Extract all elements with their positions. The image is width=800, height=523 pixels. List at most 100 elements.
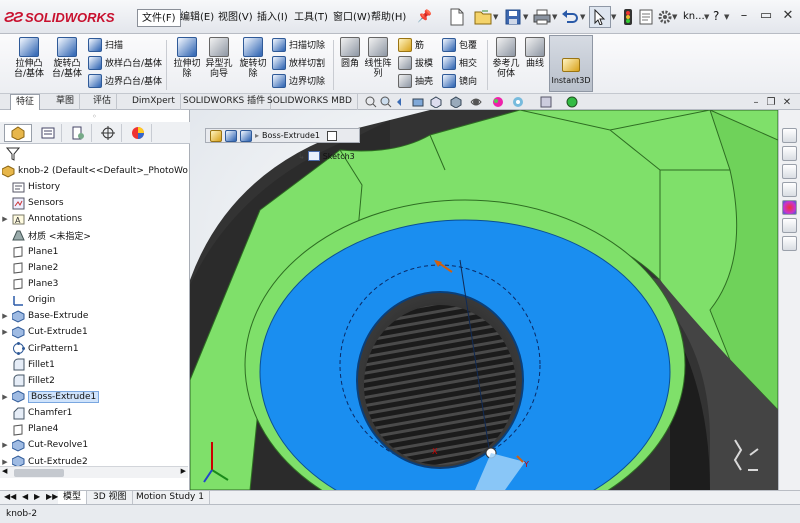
revolve-boss-button[interactable]: 旋转凸 台/基体 — [50, 37, 84, 79]
tree-item[interactable]: 材质 <未指定> — [0, 227, 186, 243]
tree-item[interactable]: Fillet1 — [0, 357, 186, 373]
tree-item[interactable]: Plane3 — [0, 276, 186, 292]
section-view-icon[interactable] — [412, 96, 424, 108]
zoom-area-icon[interactable] — [380, 96, 392, 108]
filter-icon[interactable] — [5, 147, 21, 161]
appearances-icon[interactable] — [782, 200, 797, 215]
pin-menu-icon[interactable]: 📌 — [417, 9, 432, 25]
tab-dimxpert[interactable]: DimXpert — [127, 94, 181, 110]
chevron-down-icon[interactable]: ▼ — [672, 13, 679, 21]
open-document-icon[interactable] — [472, 6, 494, 28]
draft-button[interactable]: 拔模 — [398, 54, 433, 71]
tab-mbd[interactable]: SOLIDWORKS MBD — [262, 94, 358, 110]
featuremanager-tab-icon[interactable] — [4, 124, 32, 142]
menu-view[interactable]: 视图(V) — [214, 9, 257, 27]
tab-sketch[interactable]: 草图 — [51, 94, 81, 110]
fillet-button[interactable]: 圆角 — [338, 37, 362, 69]
horizontal-scrollbar[interactable]: ◀ ▶ — [0, 466, 188, 478]
chevron-down-icon[interactable]: ▼ — [724, 13, 731, 21]
rib-button[interactable]: 筋 — [398, 36, 424, 53]
design-library-icon[interactable] — [782, 146, 797, 161]
tab-evaluate[interactable]: 评估 — [88, 94, 118, 110]
expand-arrow-icon[interactable]: ▶ — [0, 328, 10, 336]
hide-show-items-icon[interactable] — [470, 96, 482, 108]
viewport-restore-icon[interactable]: ❐ — [764, 95, 778, 109]
extrude-boss-button[interactable]: 拉伸凸 台/基体 — [12, 37, 46, 79]
tab-scroll-last-icon[interactable]: ▶▶ — [46, 492, 58, 501]
file-explorer-icon[interactable] — [782, 164, 797, 179]
undo-icon[interactable] — [559, 6, 581, 28]
previous-view-icon[interactable] — [395, 96, 407, 108]
curves-button[interactable]: 曲线 — [523, 37, 547, 69]
menu-file[interactable]: 文件(F) — [137, 9, 181, 27]
intersect-button[interactable]: 相交 — [442, 54, 477, 71]
tab-scroll-first-icon[interactable]: ◀◀ — [4, 492, 16, 501]
menu-insert[interactable]: 插入(I) — [253, 9, 292, 27]
realview-icon[interactable] — [566, 96, 578, 108]
scroll-thumb[interactable] — [14, 469, 64, 477]
panel-collapse-handle[interactable]: ◦ — [92, 112, 97, 121]
select-cursor-icon[interactable] — [589, 6, 611, 28]
zoom-to-fit-icon[interactable] — [365, 96, 377, 108]
breadcrumb[interactable]: ▸ Boss-Extrude1 — [205, 128, 360, 143]
viewport-minimize-icon[interactable]: – — [749, 95, 763, 109]
tree-item[interactable]: ▶ Cut-Extrude1 — [0, 324, 186, 340]
tree-item[interactable]: Fillet2 — [0, 373, 186, 389]
tree-item[interactable]: Sensors — [0, 195, 186, 211]
chevron-down-icon[interactable]: ▼ — [704, 13, 711, 21]
scroll-left-icon[interactable]: ◀ — [2, 467, 7, 475]
save-icon[interactable] — [502, 6, 524, 28]
graphics-area[interactable]: Y X — [190, 110, 778, 490]
propertymanager-tab-icon[interactable] — [34, 124, 62, 142]
shell-button[interactable]: 抽壳 — [398, 72, 433, 89]
solidworks-logo[interactable]: ƧƧ SOLIDWORKS — [4, 6, 120, 28]
minimize-icon[interactable]: – — [732, 5, 756, 25]
wrap-button[interactable]: 包覆 — [442, 36, 477, 53]
chevron-down-icon[interactable]: ▼ — [580, 13, 587, 21]
tree-root[interactable]: knob-2 (Default<<Default>_PhotoWo — [0, 163, 188, 179]
mirror-button[interactable]: 镜向 — [442, 72, 477, 89]
chevron-down-icon[interactable]: ▼ — [523, 13, 530, 21]
tree-item[interactable]: ▶ Cut-Revolve1 — [0, 437, 186, 453]
hole-wizard-button[interactable]: 异型孔 向导 — [204, 37, 234, 79]
new-document-icon[interactable] — [446, 6, 468, 28]
tree-item[interactable]: Origin — [0, 292, 186, 308]
breadcrumb-feature[interactable]: Boss-Extrude1 — [262, 131, 320, 140]
close-icon[interactable]: ✕ — [776, 5, 800, 25]
user-name[interactable]: kn... — [683, 11, 705, 22]
linear-pattern-button[interactable]: 线性阵 列 — [364, 37, 392, 79]
boundary-boss-button[interactable]: 边界凸台/基体 — [88, 72, 162, 89]
loft-button[interactable]: 放样凸台/基体 — [88, 54, 162, 71]
dimxpertmanager-tab-icon[interactable] — [94, 124, 122, 142]
tab-features[interactable]: 特征 — [10, 94, 41, 110]
custom-properties-icon[interactable] — [782, 218, 797, 233]
menu-tools[interactable]: 工具(T) — [290, 9, 332, 27]
tree-item[interactable]: ▶ Base-Extrude — [0, 308, 186, 324]
displaymanager-tab-icon[interactable] — [124, 124, 152, 142]
tree-item[interactable]: Plane1 — [0, 244, 186, 260]
tab-motion-study[interactable]: Motion Study 1 — [131, 491, 210, 505]
view-settings-icon[interactable] — [540, 96, 552, 108]
tree-item[interactable]: CirPattern1 — [0, 341, 186, 357]
maximize-icon[interactable]: ▭ — [754, 5, 778, 25]
revolve-cut-button[interactable]: 旋转切 除 — [238, 37, 268, 79]
menu-help[interactable]: 帮助(H) — [367, 9, 410, 27]
reference-geometry-button[interactable]: 参考几 何体 — [491, 37, 521, 79]
expand-arrow-icon[interactable]: ▶ — [0, 393, 10, 401]
breadcrumb-sketch[interactable]: ↳ Sketch3 — [298, 149, 362, 163]
print-icon[interactable] — [531, 6, 553, 28]
sweep-button[interactable]: 扫描 — [88, 36, 123, 53]
tab-model[interactable]: 模型 — [58, 491, 88, 505]
tab-addins[interactable]: SOLIDWORKS 插件 — [178, 94, 272, 110]
tree-item[interactable]: Plane4 — [0, 421, 186, 437]
chevron-down-icon[interactable]: ▼ — [493, 13, 500, 21]
display-style-icon[interactable] — [450, 96, 462, 109]
expand-arrow-icon[interactable]: ▶ — [0, 312, 10, 320]
swept-cut-button[interactable]: 扫描切除 — [272, 36, 325, 53]
tab-scroll-prev-icon[interactable]: ◀ — [22, 492, 28, 501]
chevron-down-icon[interactable]: ▼ — [552, 13, 559, 21]
lofted-cut-button[interactable]: 放样切割 — [272, 54, 325, 71]
apply-scene-icon[interactable] — [512, 96, 524, 108]
tab-3d-views[interactable]: 3D 视图 — [88, 491, 133, 505]
tree-item[interactable]: ▶ A Annotations — [0, 211, 186, 227]
